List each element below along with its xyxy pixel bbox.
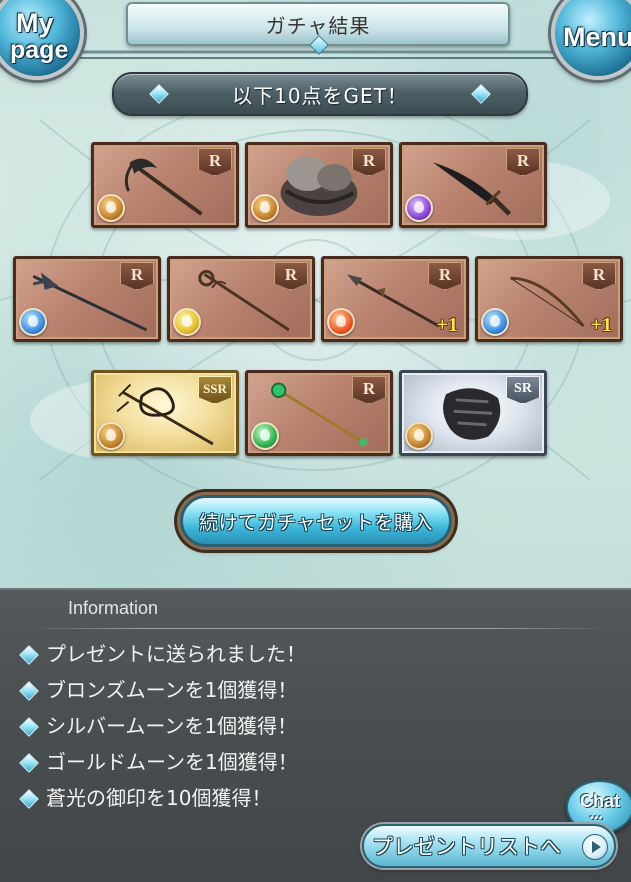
weapon-card-sr[interactable]: SR <box>399 370 547 456</box>
list-item: 蒼光の御印を10個獲得！ <box>18 784 306 820</box>
earth-element-icon <box>97 422 125 450</box>
information-header: Information <box>68 598 159 618</box>
diamond-icon <box>19 645 39 665</box>
play-arrow-icon <box>582 834 608 860</box>
information-text: シルバームーンを1個獲得！ <box>46 714 298 738</box>
title-bar: ガチャ結果 <box>126 2 510 55</box>
list-item: シルバームーンを1個獲得！ <box>18 712 306 748</box>
plus-bonus-badge: +1 <box>436 314 458 336</box>
weapon-card[interactable]: R <box>91 142 239 228</box>
gacha-result-stage: ガチャ結果 My page Menu 以下10点をGET！ R R R R R … <box>0 0 631 588</box>
water-element-icon <box>19 308 47 336</box>
divider <box>28 628 608 629</box>
earth-element-icon <box>405 422 433 450</box>
diamond-icon <box>19 681 39 701</box>
chat-dots-icon: ••• <box>590 813 604 824</box>
weapon-card[interactable]: R <box>167 256 315 342</box>
weapon-card[interactable]: R <box>245 370 393 456</box>
mypage-label-line2: page <box>10 36 69 64</box>
menu-label: Menu <box>563 22 631 52</box>
information-list: プレゼントに送られました！ ブロンズムーンを1個獲得！ シルバームーンを1個獲得… <box>18 640 306 820</box>
dark-element-icon <box>405 194 433 222</box>
get-banner-text: 以下10点をGET！ <box>232 83 408 108</box>
present-list-button[interactable]: プレゼントリストへ <box>362 824 616 868</box>
get-banner: 以下10点をGET！ <box>112 72 528 116</box>
fire-element-icon <box>327 308 355 336</box>
weapon-card[interactable]: R +1 <box>475 256 623 342</box>
information-text: プレゼントに送られました！ <box>46 642 306 666</box>
list-item: プレゼントに送られました！ <box>18 640 306 676</box>
diamond-icon <box>19 717 39 737</box>
information-text: ゴールドムーンを1個獲得！ <box>46 750 298 774</box>
diamond-icon <box>471 84 491 104</box>
diamond-icon <box>149 84 169 104</box>
wind-element-icon <box>251 422 279 450</box>
plus-bonus-badge: +1 <box>590 314 612 336</box>
earth-element-icon <box>251 194 279 222</box>
light-element-icon <box>173 308 201 336</box>
diamond-icon <box>19 789 39 809</box>
diamond-icon <box>19 753 39 773</box>
continue-gacha-button[interactable]: 続けてガチャセットを購入 <box>180 495 452 547</box>
continue-gacha-label: 続けてガチャセットを購入 <box>199 511 433 534</box>
weapon-card[interactable]: R <box>245 142 393 228</box>
earth-element-icon <box>97 194 125 222</box>
weapon-card-ssr[interactable]: SSR <box>91 370 239 456</box>
weapon-card[interactable]: R <box>13 256 161 342</box>
information-text: ブロンズムーンを1個獲得！ <box>46 678 298 702</box>
chat-label: Chat <box>580 791 620 811</box>
information-text: 蒼光の御印を10個獲得！ <box>46 786 272 810</box>
list-item: ゴールドムーンを1個獲得！ <box>18 748 306 784</box>
present-list-label: プレゼントリストへ <box>372 835 561 859</box>
mypage-label-line1: My <box>16 8 54 38</box>
list-item: ブロンズムーンを1個獲得！ <box>18 676 306 712</box>
weapon-card[interactable]: R +1 <box>321 256 469 342</box>
weapon-card[interactable]: R <box>399 142 547 228</box>
water-element-icon <box>481 308 509 336</box>
